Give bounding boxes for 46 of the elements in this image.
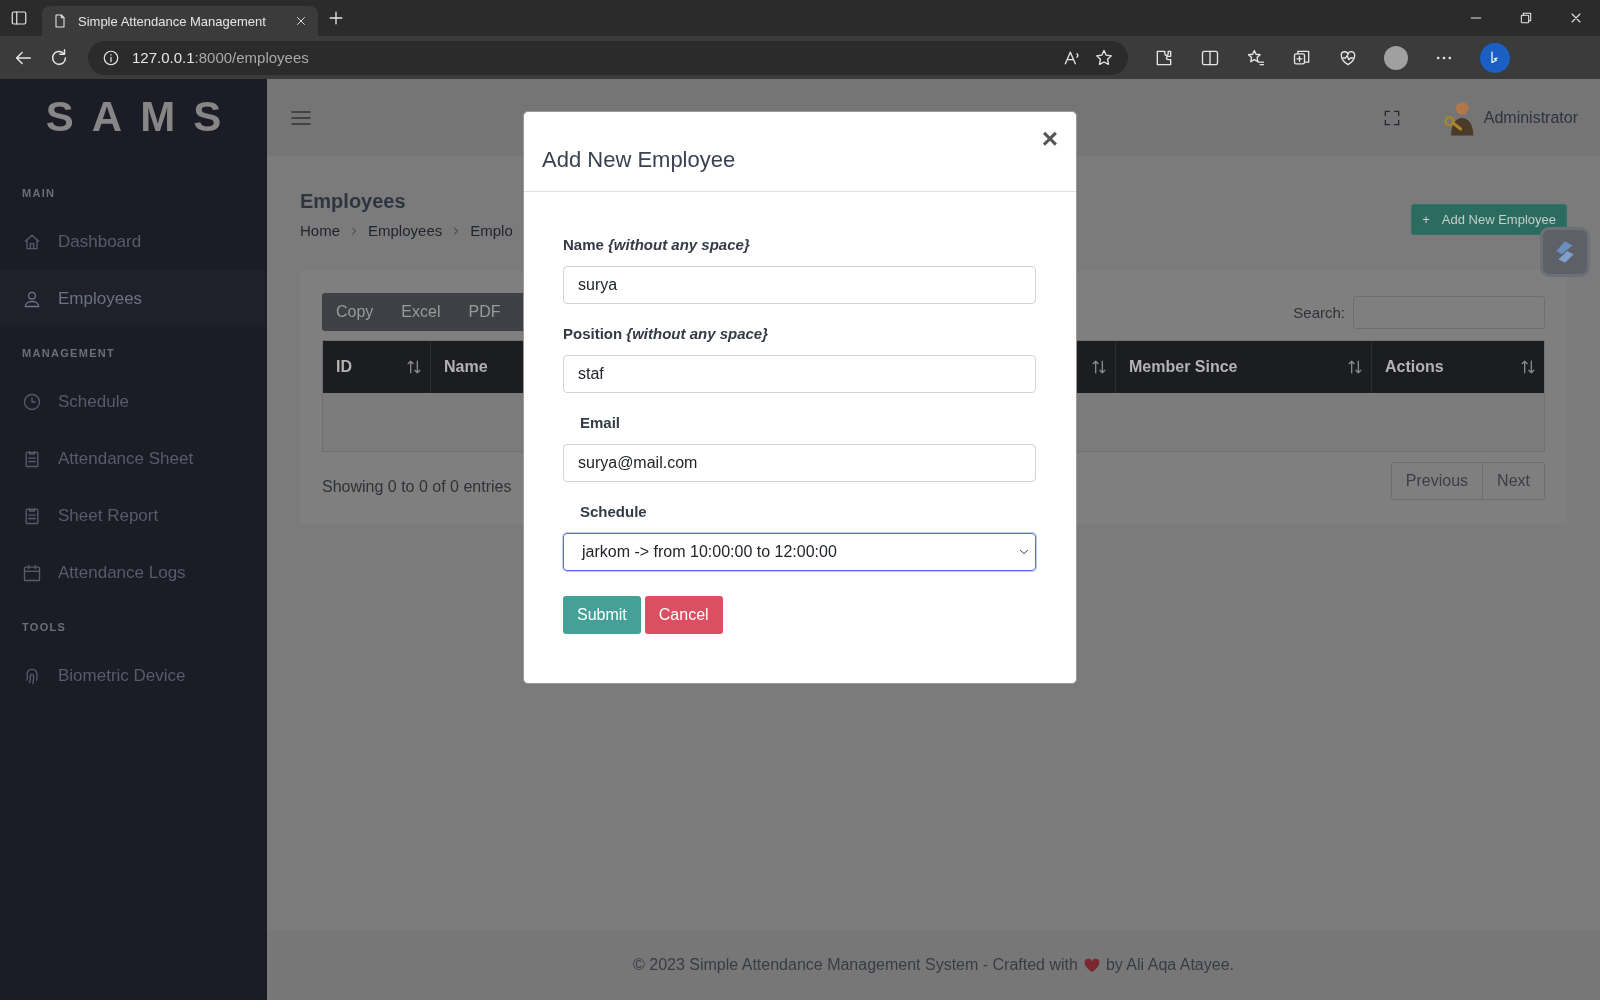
- entries-info: Showing 0 to 0 of 0 entries: [322, 478, 512, 496]
- field-label: Email: [579, 414, 622, 433]
- sidebar-item[interactable]: Employees: [0, 270, 267, 327]
- column-header[interactable]: Member Since: [1129, 358, 1238, 376]
- text-field[interactable]: staf: [563, 355, 1036, 393]
- export-button[interactable]: Copy: [322, 293, 388, 331]
- user-name[interactable]: Administrator: [1483, 108, 1578, 127]
- footer-text: © 2023 Simple Attendance Management System - Crafted with: [633, 956, 1078, 974]
- breadcrumb-link[interactable]: Employees: [368, 222, 443, 239]
- app-logo: SAMS: [44, 92, 241, 142]
- search-label: Search:: [1293, 303, 1345, 321]
- breadcrumb-link[interactable]: Emplo: [470, 222, 513, 239]
- add-employee-button[interactable]: + Add New Employee: [1411, 204, 1567, 235]
- schedule-dropdown[interactable]: jarkom -> from 10:00:00 to 12:00:00: [563, 533, 1036, 571]
- text-field[interactable]: surya: [563, 266, 1036, 304]
- breadcrumb-link[interactable]: Home: [300, 222, 340, 239]
- sidebar-item[interactable]: Biometric Device: [0, 647, 267, 704]
- section-heading: MANAGEMENT: [21, 346, 117, 361]
- pagination-button[interactable]: Next: [1482, 463, 1544, 499]
- sidebar-item[interactable]: Schedule: [0, 373, 267, 430]
- column-header[interactable]: Actions: [1385, 358, 1444, 376]
- modal-title: Add New Employee: [542, 147, 736, 174]
- sidebar-item[interactable]: Dashboard: [0, 213, 267, 270]
- url-text: 127.0.0.1:8000/employees: [132, 49, 310, 66]
- text-field[interactable]: surya@mail.com: [563, 444, 1036, 482]
- export-button[interactable]: PDF: [454, 293, 515, 331]
- close-button[interactable]: ×: [1041, 125, 1058, 191]
- sidebar-item[interactable]: Sheet Report: [0, 487, 267, 544]
- page-title: Employees: [300, 190, 407, 213]
- browser-tab[interactable]: Simple Attendance Management: [42, 6, 318, 36]
- field-label: Position {without any space}: [563, 325, 770, 344]
- column-header[interactable]: ID: [336, 358, 352, 376]
- sidebar-item[interactable]: Attendance Logs: [0, 544, 267, 601]
- address-bar[interactable]: 127.0.0.1:8000/employees: [88, 40, 1128, 75]
- field-label: Schedule: [579, 503, 648, 522]
- pagination-button[interactable]: Previous: [1391, 463, 1483, 499]
- column-header[interactable]: Name: [444, 358, 488, 376]
- sidebar-item[interactable]: Attendance Sheet: [0, 430, 267, 487]
- tab-title: Simple Attendance Management: [78, 13, 267, 29]
- section-heading: TOOLS: [21, 620, 68, 635]
- field-label: Name {without any space}: [563, 236, 751, 255]
- export-button[interactable]: Excel: [387, 293, 455, 331]
- footer-credit: by Ali Aqa Atayee.: [1105, 956, 1234, 974]
- cancel-button[interactable]: Cancel: [644, 596, 723, 634]
- section-heading: MAIN: [21, 186, 57, 201]
- submit-button[interactable]: Submit: [563, 596, 641, 634]
